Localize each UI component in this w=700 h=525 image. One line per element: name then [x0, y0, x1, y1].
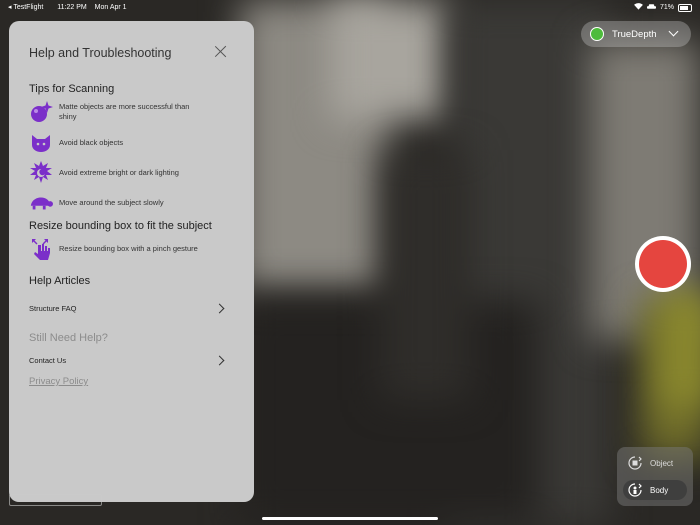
tip-lighting: Avoid extreme bright or dark lighting: [29, 161, 199, 185]
close-icon[interactable]: [215, 45, 227, 57]
wifi-icon: [634, 3, 643, 12]
chevron-down-icon: [668, 26, 679, 37]
tip-matte: Matte objects are more successful than s…: [29, 100, 199, 124]
tip-pinch: Resize bounding box with a pinch gesture: [29, 237, 199, 261]
scan-mode-switch: Object Body: [617, 447, 693, 506]
battery-percent: 71%: [659, 4, 674, 11]
contact-us-row[interactable]: Contact Us: [29, 352, 227, 368]
articles-heading: Help Articles: [29, 275, 91, 287]
chevron-right-icon: [214, 303, 225, 313]
battery-icon: [678, 3, 692, 12]
status-date: Mon Apr 1: [94, 4, 127, 11]
tip-text: Avoid black objects: [59, 138, 124, 147]
mode-body[interactable]: Body: [623, 480, 687, 500]
chevron-right-icon: [214, 355, 225, 365]
mode-object-label: Object: [650, 458, 674, 468]
camera-picker[interactable]: TrueDepth: [581, 21, 691, 47]
turtle-icon: [29, 191, 53, 215]
mode-body-label: Body: [650, 485, 669, 495]
resize-heading: Resize bounding box to fit the subject: [29, 220, 212, 232]
back-to-app[interactable]: ◂ TestFlight: [8, 4, 49, 11]
tip-text: Resize bounding box with a pinch gesture: [59, 244, 198, 253]
tips-heading: Tips for Scanning: [29, 83, 115, 95]
tip-text: Matte objects are more successful than s…: [59, 102, 190, 121]
status-time: 11:22 PM: [57, 4, 87, 11]
contact-us-label: Contact Us: [29, 355, 67, 365]
need-help-heading: Still Need Help?: [29, 332, 108, 344]
mode-object[interactable]: Object: [623, 453, 687, 473]
panel-title: Help and Troubleshooting: [29, 46, 172, 60]
home-indicator[interactable]: [262, 517, 438, 520]
help-panel: Help and Troubleshooting Tips for Scanni…: [9, 21, 254, 502]
structure-faq-label: Structure FAQ: [29, 303, 77, 313]
overlay-box: [9, 494, 102, 506]
status-bar: ◂ TestFlight 11:22 PM Mon Apr 1 71%: [0, 0, 700, 14]
tip-text: Move around the subject slowly: [59, 198, 164, 207]
sparkle-ball-icon: [29, 100, 53, 124]
camera-picker-label: TrueDepth: [612, 28, 657, 40]
tip-text: Avoid extreme bright or dark lighting: [59, 168, 179, 177]
status-dot-icon: [590, 27, 604, 41]
car-icon: [646, 3, 656, 12]
privacy-policy-link[interactable]: Privacy Policy: [29, 376, 88, 387]
sun-moon-icon: [29, 161, 53, 185]
body-scan-icon: [628, 483, 642, 497]
object-scan-icon: [628, 456, 642, 470]
pinch-gesture-icon: [29, 237, 53, 261]
tip-slowly: Move around the subject slowly: [29, 191, 199, 215]
structure-faq-row[interactable]: Structure FAQ: [29, 300, 227, 316]
cat-icon: [29, 131, 53, 155]
record-button[interactable]: [635, 236, 691, 292]
tip-black: Avoid black objects: [29, 131, 199, 155]
